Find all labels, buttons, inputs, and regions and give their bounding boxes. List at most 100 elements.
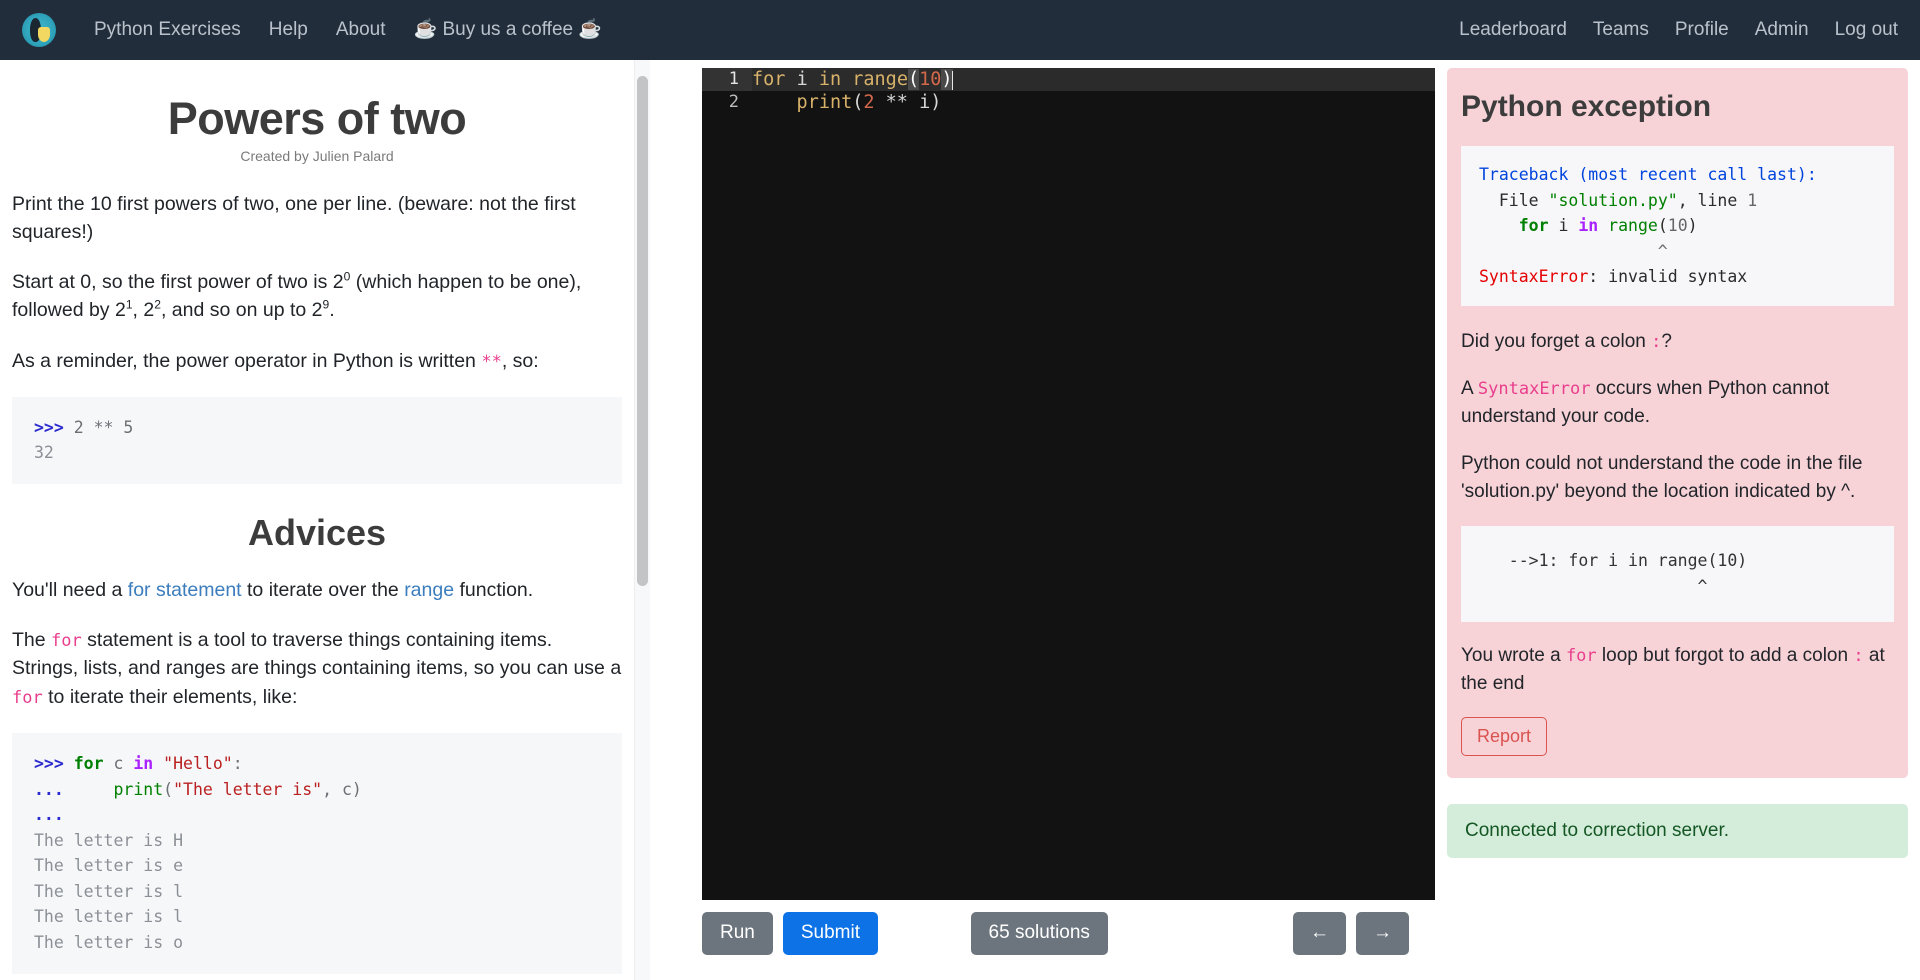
nav-profile[interactable]: Profile — [1662, 0, 1742, 60]
editor-line-2[interactable]: 2 print(2 ** i) — [702, 91, 1435, 114]
p3-power-operator-code: ** — [481, 351, 502, 372]
doctest2-output-1: The letter is H — [34, 830, 184, 850]
nav-admin[interactable]: Admin — [1742, 0, 1822, 60]
text-cursor — [951, 70, 953, 90]
advices-heading: Advices — [247, 511, 387, 553]
line-1-content: for i in range(10) — [752, 68, 953, 91]
doctest2-output-2: The letter is e — [34, 856, 184, 876]
doctest2-prompt-1: >>> — [34, 754, 64, 774]
doctest2-in-keyword: in — [133, 754, 154, 774]
doctest2-print-rest: , c) — [322, 779, 362, 799]
advice2-for-code-1: for — [51, 631, 82, 652]
doctest2-colon: : — [232, 754, 243, 774]
top-navbar: Python Exercises Help About ☕ Buy us a c… — [0, 0, 1920, 60]
solutions-button[interactable]: 65 solutions — [970, 912, 1108, 955]
traceback-range-arg: 10 — [1667, 216, 1688, 236]
p2-exp-1: 1 — [125, 297, 133, 312]
traceback-error-type: SyntaxError — [1479, 267, 1589, 287]
nav-teams[interactable]: Teams — [1580, 0, 1662, 60]
hint-missing-colon: You wrote a for loop but forgot to add a… — [1461, 642, 1894, 697]
link-range[interactable]: range — [404, 579, 454, 601]
code-editor[interactable]: 1 for i in range(10) 2 print(2 ** i) — [702, 68, 1435, 900]
advice2-text-a: The — [12, 629, 52, 652]
doctest2-output-4: The letter is l — [34, 907, 184, 927]
exception-heading: Python exception — [1461, 90, 1712, 123]
description-scrollbar-thumb[interactable] — [637, 76, 648, 586]
tok-print: print — [752, 92, 853, 113]
doctest2-output-3: The letter is l — [34, 881, 184, 901]
run-button[interactable]: Run — [702, 912, 773, 955]
doctest2-prompt-3: ... — [34, 805, 64, 825]
tok-in: in — [818, 69, 853, 90]
exercise-title: Powers of two — [167, 93, 467, 144]
report-button[interactable]: Report — [1461, 717, 1548, 757]
nav-python-exercises[interactable]: Python Exercises — [80, 0, 255, 60]
exercise-author: Created by Julien Palard — [240, 147, 394, 164]
advice2-text-b: statement is a tool to traverse things c… — [12, 629, 622, 680]
nav-help[interactable]: Help — [255, 0, 322, 60]
doctest2-string: "Hello" — [153, 754, 233, 774]
nav-buy-coffee[interactable]: ☕ Buy us a coffee ☕ — [400, 0, 617, 60]
doctest-example-2: >>> for c in "Hello": ... print("The let… — [12, 733, 622, 974]
hint-syntaxerror-explanation: A SyntaxError occurs when Python cannot … — [1461, 375, 1894, 430]
doctest1-prompt: >>> — [34, 417, 64, 437]
next-exercise-button[interactable]: → — [1356, 912, 1409, 955]
traceback-code-indent — [1479, 216, 1519, 235]
exercise-navigation: ← → — [1293, 912, 1409, 955]
doctest1-output: 32 — [34, 443, 54, 463]
doctest-example-1: >>> 2 ** 5 32 — [12, 396, 622, 484]
hint1-colon-code: : — [1651, 331, 1662, 352]
advice1-text-b: to iterate over the — [241, 578, 405, 601]
hint1-text-a: Did you forget a colon — [1461, 330, 1652, 352]
advice1-text-a: You'll need a — [12, 578, 128, 601]
traceback-open-paren: ( — [1657, 216, 1668, 236]
doctest2-print-string: "The letter is" — [173, 779, 323, 799]
advice-paragraph-1: You'll need a for statement to iterate o… — [12, 576, 622, 604]
p2-text-a: Start at 0, so the first power of two is… — [12, 271, 344, 294]
nav-leaderboard[interactable]: Leaderboard — [1446, 0, 1580, 60]
doctest2-print-fn: print — [113, 779, 164, 799]
doctest2-output-5: The letter is o — [34, 932, 184, 952]
description-scrollbar[interactable] — [634, 60, 650, 980]
line-2-content: print(2 ** i) — [752, 91, 942, 114]
link-for-statement[interactable]: for statement — [128, 579, 242, 601]
traceback-caret-marker: ^ — [1479, 241, 1668, 261]
hint-colon-question: Did you forget a colon :? — [1461, 328, 1894, 356]
editor-line-1[interactable]: 1 for i in range(10) — [702, 68, 1435, 91]
main-layout: Powers of two Created by Julien Palard P… — [0, 60, 1920, 980]
submit-button[interactable]: Submit — [782, 912, 878, 955]
exercise-paragraph-2: Start at 0, so the first power of two is… — [12, 268, 622, 325]
nav-about[interactable]: About — [322, 0, 400, 60]
navbar-left-group: Python Exercises Help About ☕ Buy us a c… — [22, 0, 616, 60]
p3-text-a: As a reminder, the power operator in Pyt… — [12, 349, 482, 372]
exercise-description-panel: Powers of two Created by Julien Palard P… — [0, 60, 650, 980]
advice1-text-c: function. — [454, 578, 534, 601]
doctest2-for-keyword: for — [73, 754, 104, 774]
previous-exercise-button[interactable]: ← — [1293, 912, 1346, 955]
traceback-for-keyword: for — [1518, 216, 1549, 236]
hint-location-explanation: Python could not understand the code in … — [1461, 453, 1863, 502]
traceback-filename: "solution.py" — [1548, 190, 1678, 210]
hint4-for-code: for — [1565, 646, 1597, 667]
editor-wrapper: 1 for i in range(10) 2 print(2 ** i) — [650, 68, 1435, 900]
penguin-shield-logo-icon[interactable] — [22, 13, 56, 47]
advice2-text-c: to iterate their elements, like: — [42, 685, 298, 708]
tok-ten: 10 — [919, 69, 942, 90]
hint-code-block: -->1: for i in range(10) ^ — [1461, 525, 1894, 623]
hint-code-line-1: -->1: for i in range(10) — [1479, 550, 1748, 570]
hint4-colon-code: : — [1853, 646, 1864, 667]
navbar-right-group: Leaderboard Teams Profile Admin Log out — [1446, 0, 1898, 60]
tok-range: range — [852, 69, 908, 90]
traceback-line-label: , line — [1677, 190, 1748, 210]
exercise-paragraph-1: Print the 10 first powers of two, one pe… — [12, 192, 576, 243]
editor-left-margin — [650, 68, 702, 900]
exercise-paragraph-3: As a reminder, the power operator in Pyt… — [12, 347, 622, 375]
nav-logout[interactable]: Log out — [1822, 0, 1898, 60]
advice2-for-code-2: for — [12, 687, 43, 708]
p2-text-d: , and so on up to 2 — [160, 299, 323, 322]
traceback-block: Traceback (most recent call last): File … — [1461, 146, 1894, 306]
tok-for: for — [752, 69, 797, 90]
doctest2-prompt-2: ... — [34, 779, 64, 799]
traceback-in-keyword: in — [1578, 216, 1599, 236]
traceback-close-paren: ) — [1687, 216, 1698, 236]
